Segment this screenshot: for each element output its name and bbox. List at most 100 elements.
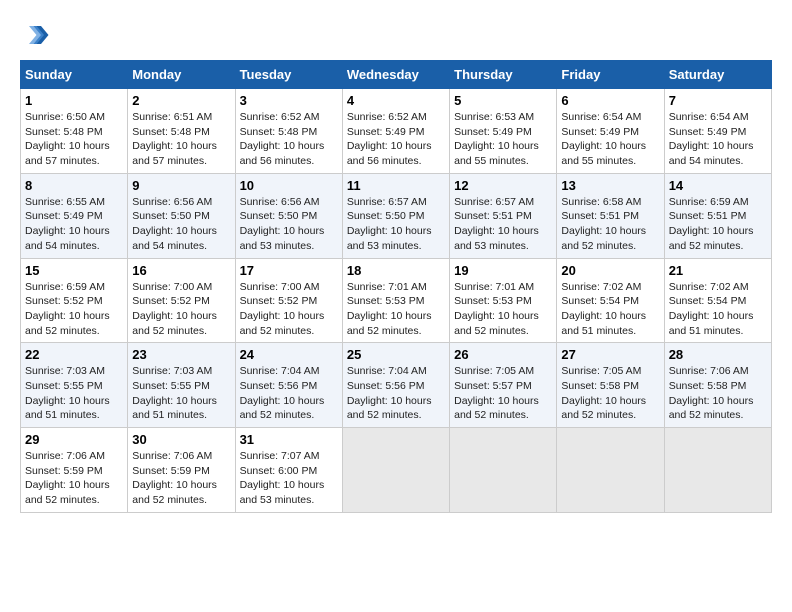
day-number: 23 (132, 347, 230, 362)
day-number: 10 (240, 178, 338, 193)
calendar-cell: 14 Sunrise: 6:59 AM Sunset: 5:51 PM Dayli… (664, 173, 771, 258)
day-number: 22 (25, 347, 123, 362)
day-info: Sunrise: 6:52 AM Sunset: 5:49 PM Dayligh… (347, 110, 445, 169)
day-info: Sunrise: 7:00 AM Sunset: 5:52 PM Dayligh… (132, 280, 230, 339)
day-number: 2 (132, 93, 230, 108)
day-number: 25 (347, 347, 445, 362)
day-info: Sunrise: 6:56 AM Sunset: 5:50 PM Dayligh… (240, 195, 338, 254)
day-info: Sunrise: 6:51 AM Sunset: 5:48 PM Dayligh… (132, 110, 230, 169)
calendar-cell: 1 Sunrise: 6:50 AM Sunset: 5:48 PM Daylig… (21, 89, 128, 174)
day-number: 27 (561, 347, 659, 362)
calendar-cell: 28Sunrise: 7:06 AM Sunset: 5:58 PM Dayli… (664, 343, 771, 428)
day-info: Sunrise: 7:02 AM Sunset: 5:54 PM Dayligh… (669, 280, 767, 339)
calendar-cell: 13 Sunrise: 6:58 AM Sunset: 5:51 PM Dayli… (557, 173, 664, 258)
day-number: 21 (669, 263, 767, 278)
calendar-cell: 3 Sunrise: 6:52 AM Sunset: 5:48 PM Daylig… (235, 89, 342, 174)
day-number: 17 (240, 263, 338, 278)
day-info: Sunrise: 6:57 AM Sunset: 5:51 PM Dayligh… (454, 195, 552, 254)
week-row-5: 29 Sunrise: 7:06 AM Sunset: 5:59 PM Dayli… (21, 428, 772, 513)
day-number: 26 (454, 347, 552, 362)
day-number: 31 (240, 432, 338, 447)
weekday-header-thursday: Thursday (450, 61, 557, 89)
calendar-cell: 12 Sunrise: 6:57 AM Sunset: 5:51 PM Dayli… (450, 173, 557, 258)
day-number: 8 (25, 178, 123, 193)
day-number: 19 (454, 263, 552, 278)
day-number: 15 (25, 263, 123, 278)
day-number: 3 (240, 93, 338, 108)
week-row-1: 1 Sunrise: 6:50 AM Sunset: 5:48 PM Daylig… (21, 89, 772, 174)
day-number: 1 (25, 93, 123, 108)
day-info: Sunrise: 7:00 AM Sunset: 5:52 PM Dayligh… (240, 280, 338, 339)
calendar-cell (342, 428, 449, 513)
week-row-2: 8Sunrise: 6:55 AM Sunset: 5:49 PM Daylig… (21, 173, 772, 258)
weekday-header-tuesday: Tuesday (235, 61, 342, 89)
logo-icon (20, 20, 50, 50)
day-info: Sunrise: 6:54 AM Sunset: 5:49 PM Dayligh… (561, 110, 659, 169)
weekday-header-sunday: Sunday (21, 61, 128, 89)
day-info: Sunrise: 6:58 AM Sunset: 5:51 PM Dayligh… (561, 195, 659, 254)
day-info: Sunrise: 6:52 AM Sunset: 5:48 PM Dayligh… (240, 110, 338, 169)
day-info: Sunrise: 6:50 AM Sunset: 5:48 PM Dayligh… (25, 110, 123, 169)
calendar-cell: 21 Sunrise: 7:02 AM Sunset: 5:54 PM Dayli… (664, 258, 771, 343)
day-info: Sunrise: 7:06 AM Sunset: 5:59 PM Dayligh… (132, 449, 230, 508)
calendar-cell: 31Sunrise: 7:07 AM Sunset: 6:00 PM Dayli… (235, 428, 342, 513)
day-number: 12 (454, 178, 552, 193)
day-number: 16 (132, 263, 230, 278)
weekday-header-row: SundayMondayTuesdayWednesdayThursdayFrid… (21, 61, 772, 89)
calendar-body: 1 Sunrise: 6:50 AM Sunset: 5:48 PM Daylig… (21, 89, 772, 513)
calendar-header: SundayMondayTuesdayWednesdayThursdayFrid… (21, 61, 772, 89)
day-info: Sunrise: 7:01 AM Sunset: 5:53 PM Dayligh… (347, 280, 445, 339)
calendar-cell: 5 Sunrise: 6:53 AM Sunset: 5:49 PM Daylig… (450, 89, 557, 174)
day-info: Sunrise: 7:04 AM Sunset: 5:56 PM Dayligh… (240, 364, 338, 423)
calendar-cell: 30 Sunrise: 7:06 AM Sunset: 5:59 PM Dayli… (128, 428, 235, 513)
day-info: Sunrise: 7:01 AM Sunset: 5:53 PM Dayligh… (454, 280, 552, 339)
calendar-cell: 10 Sunrise: 6:56 AM Sunset: 5:50 PM Dayli… (235, 173, 342, 258)
day-info: Sunrise: 6:56 AM Sunset: 5:50 PM Dayligh… (132, 195, 230, 254)
day-number: 14 (669, 178, 767, 193)
day-number: 5 (454, 93, 552, 108)
calendar-cell (664, 428, 771, 513)
logo (20, 20, 54, 50)
calendar-cell: 23 Sunrise: 7:03 AM Sunset: 5:55 PM Dayli… (128, 343, 235, 428)
day-number: 4 (347, 93, 445, 108)
calendar-cell: 24 Sunrise: 7:04 AM Sunset: 5:56 PM Dayli… (235, 343, 342, 428)
day-number: 20 (561, 263, 659, 278)
day-info: Sunrise: 7:03 AM Sunset: 5:55 PM Dayligh… (132, 364, 230, 423)
day-info: Sunrise: 6:53 AM Sunset: 5:49 PM Dayligh… (454, 110, 552, 169)
week-row-3: 15Sunrise: 6:59 AM Sunset: 5:52 PM Dayli… (21, 258, 772, 343)
day-number: 29 (25, 432, 123, 447)
day-number: 18 (347, 263, 445, 278)
calendar-table: SundayMondayTuesdayWednesdayThursdayFrid… (20, 60, 772, 513)
calendar-cell: 26 Sunrise: 7:05 AM Sunset: 5:57 PM Dayli… (450, 343, 557, 428)
day-number: 24 (240, 347, 338, 362)
day-info: Sunrise: 7:04 AM Sunset: 5:56 PM Dayligh… (347, 364, 445, 423)
day-number: 11 (347, 178, 445, 193)
calendar-cell: 20Sunrise: 7:02 AM Sunset: 5:54 PM Dayli… (557, 258, 664, 343)
day-number: 30 (132, 432, 230, 447)
week-row-4: 22 Sunrise: 7:03 AM Sunset: 5:55 PM Dayli… (21, 343, 772, 428)
day-number: 13 (561, 178, 659, 193)
weekday-header-friday: Friday (557, 61, 664, 89)
calendar-cell: 25 Sunrise: 7:04 AM Sunset: 5:56 PM Dayli… (342, 343, 449, 428)
day-info: Sunrise: 7:05 AM Sunset: 5:57 PM Dayligh… (454, 364, 552, 423)
calendar-cell: 29 Sunrise: 7:06 AM Sunset: 5:59 PM Dayli… (21, 428, 128, 513)
calendar-cell: 6Sunrise: 6:54 AM Sunset: 5:49 PM Daylig… (557, 89, 664, 174)
calendar-cell: 17 Sunrise: 7:00 AM Sunset: 5:52 PM Dayli… (235, 258, 342, 343)
day-number: 9 (132, 178, 230, 193)
day-info: Sunrise: 6:59 AM Sunset: 5:51 PM Dayligh… (669, 195, 767, 254)
calendar-cell: 27Sunrise: 7:05 AM Sunset: 5:58 PM Dayli… (557, 343, 664, 428)
weekday-header-saturday: Saturday (664, 61, 771, 89)
calendar-cell: 22 Sunrise: 7:03 AM Sunset: 5:55 PM Dayli… (21, 343, 128, 428)
calendar-cell: 11Sunrise: 6:57 AM Sunset: 5:50 PM Dayli… (342, 173, 449, 258)
calendar-cell: 19 Sunrise: 7:01 AM Sunset: 5:53 PM Dayli… (450, 258, 557, 343)
calendar-cell (557, 428, 664, 513)
day-info: Sunrise: 6:54 AM Sunset: 5:49 PM Dayligh… (669, 110, 767, 169)
day-info: Sunrise: 7:06 AM Sunset: 5:58 PM Dayligh… (669, 364, 767, 423)
day-info: Sunrise: 7:03 AM Sunset: 5:55 PM Dayligh… (25, 364, 123, 423)
calendar-cell: 7Sunrise: 6:54 AM Sunset: 5:49 PM Daylig… (664, 89, 771, 174)
header (20, 20, 772, 50)
calendar-cell: 18 Sunrise: 7:01 AM Sunset: 5:53 PM Dayli… (342, 258, 449, 343)
weekday-header-monday: Monday (128, 61, 235, 89)
calendar-cell: 16 Sunrise: 7:00 AM Sunset: 5:52 PM Dayli… (128, 258, 235, 343)
day-info: Sunrise: 7:06 AM Sunset: 5:59 PM Dayligh… (25, 449, 123, 508)
